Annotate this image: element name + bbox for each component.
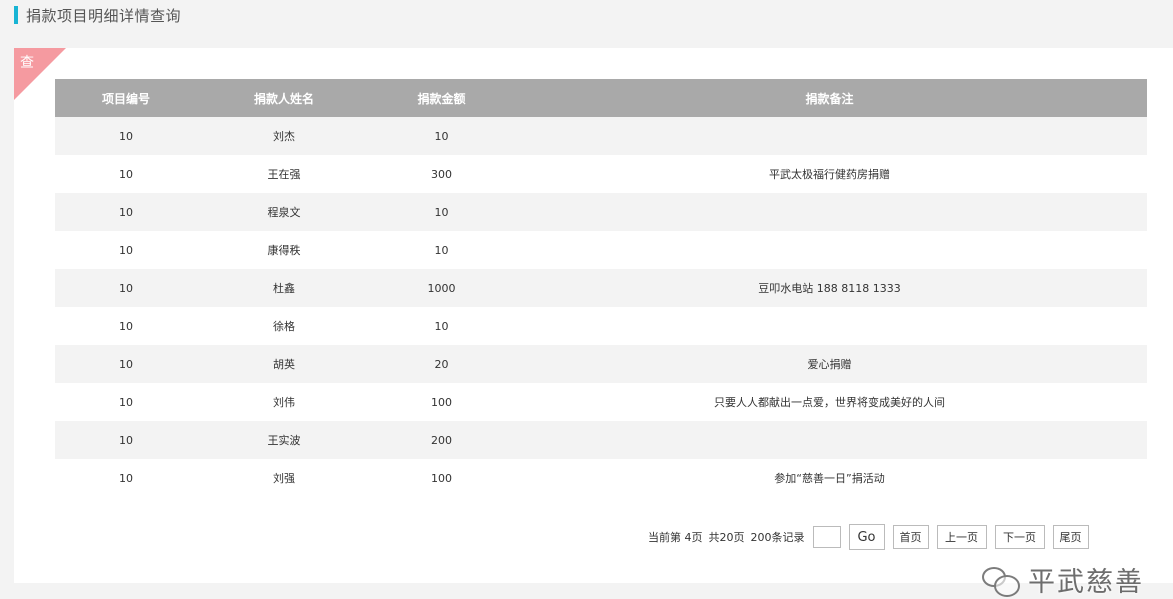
cell-project-id: 10: [55, 193, 197, 231]
cell-donor-name: 刘杰: [197, 117, 371, 155]
pagination: 当前第 4页 共20页 200条记录 Go 首页 上一页 下一页 尾页: [648, 523, 1097, 551]
cell-amount: 200: [371, 421, 512, 459]
table-body: 10 刘杰 10 10 王在强 300 平武太极福行健药房捐赠 10 程泉文 10 10 康得秩 10 1…: [55, 117, 1147, 497]
cell-note: [512, 307, 1147, 345]
cell-note: [512, 421, 1147, 459]
page-number-input[interactable]: [812, 526, 841, 548]
prev-page-button[interactable]: 上一页: [936, 525, 987, 549]
cell-note: 豆叩水电站 188 8118 1333: [512, 269, 1147, 307]
cell-project-id: 10: [55, 307, 197, 345]
table-row[interactable]: 10 王在强 300 平武太极福行健药房捐赠: [55, 155, 1147, 193]
table-header-row: 项目编号 捐款人姓名 捐款金额 捐款备注: [55, 79, 1147, 117]
table-row[interactable]: 10 胡英 20 爱心捐赠: [55, 345, 1147, 383]
first-page-button[interactable]: 首页: [892, 525, 929, 549]
cell-amount: 10: [371, 193, 512, 231]
current-page-text: 当前第 4页: [648, 531, 703, 544]
cell-project-id: 10: [55, 155, 197, 193]
cell-amount: 100: [371, 459, 512, 497]
cell-note: [512, 117, 1147, 155]
corner-ribbon-label: 查: [20, 55, 34, 71]
cell-project-id: 10: [55, 269, 197, 307]
cell-note: [512, 193, 1147, 231]
results-panel: 查 项目编号 捐款人姓名 捐款金额 捐款备注 10 刘杰 10 10 王在强 300 平武太…: [14, 48, 1173, 598]
cell-amount: 300: [371, 155, 512, 193]
table-row[interactable]: 10 王实波 200: [55, 421, 1147, 459]
cell-donor-name: 杜鑫: [197, 269, 371, 307]
total-pages-text: 共20页: [708, 531, 745, 544]
title-accent-bar: [14, 6, 18, 24]
table-row[interactable]: 10 刘强 100 参加“慈善一日”捐活动: [55, 459, 1147, 497]
cell-project-id: 10: [55, 421, 197, 459]
cell-note: 参加“慈善一日”捐活动: [512, 459, 1147, 497]
cell-donor-name: 康得秩: [197, 231, 371, 269]
cell-note: 爱心捐赠: [512, 345, 1147, 383]
cell-project-id: 10: [55, 231, 197, 269]
go-button[interactable]: Go: [848, 524, 885, 550]
cell-amount: 10: [371, 117, 512, 155]
cell-project-id: 10: [55, 117, 197, 155]
watermark: 平武慈善: [980, 560, 1144, 599]
cell-project-id: 10: [55, 383, 197, 421]
table-row[interactable]: 10 杜鑫 1000 豆叩水电站 188 8118 1333: [55, 269, 1147, 307]
cell-amount: 1000: [371, 269, 512, 307]
cell-amount: 20: [371, 345, 512, 383]
cell-donor-name: 胡英: [197, 345, 371, 383]
header-amount[interactable]: 捐款金额: [371, 79, 512, 117]
cell-donor-name: 程泉文: [197, 193, 371, 231]
table-row[interactable]: 10 刘杰 10: [55, 117, 1147, 155]
cell-amount: 10: [371, 231, 512, 269]
table-row[interactable]: 10 徐格 10: [55, 307, 1147, 345]
last-page-button[interactable]: 尾页: [1052, 525, 1089, 549]
wechat-icon: [980, 563, 1020, 597]
header-note[interactable]: 捐款备注: [512, 79, 1147, 117]
cell-donor-name: 刘伟: [197, 383, 371, 421]
table-row[interactable]: 10 刘伟 100 只要人人都献出一点爱，世界将变成美好的人间: [55, 383, 1147, 421]
cell-donor-name: 刘强: [197, 459, 371, 497]
page-title-bar: 捐款项目明细详情查询: [14, 5, 181, 25]
next-page-button[interactable]: 下一页: [994, 525, 1045, 549]
cell-note: 平武太极福行健药房捐赠: [512, 155, 1147, 193]
cell-donor-name: 徐格: [197, 307, 371, 345]
cell-amount: 100: [371, 383, 512, 421]
header-donor-name[interactable]: 捐款人姓名: [197, 79, 371, 117]
table-row[interactable]: 10 程泉文 10: [55, 193, 1147, 231]
watermark-text: 平武慈善: [1028, 567, 1144, 598]
header-project-id[interactable]: 项目编号: [55, 79, 197, 117]
cell-donor-name: 王实波: [197, 421, 371, 459]
cell-amount: 10: [371, 307, 512, 345]
cell-note: [512, 231, 1147, 269]
page-title: 捐款项目明细详情查询: [26, 6, 182, 25]
total-records-text: 200条记录: [750, 531, 805, 544]
donation-table: 项目编号 捐款人姓名 捐款金额 捐款备注 10 刘杰 10 10 王在强 300 平武太极福…: [55, 79, 1147, 497]
cell-donor-name: 王在强: [197, 155, 371, 193]
cell-project-id: 10: [55, 459, 197, 497]
cell-project-id: 10: [55, 345, 197, 383]
cell-note: 只要人人都献出一点爱，世界将变成美好的人间: [512, 383, 1147, 421]
table-row[interactable]: 10 康得秩 10: [55, 231, 1147, 269]
